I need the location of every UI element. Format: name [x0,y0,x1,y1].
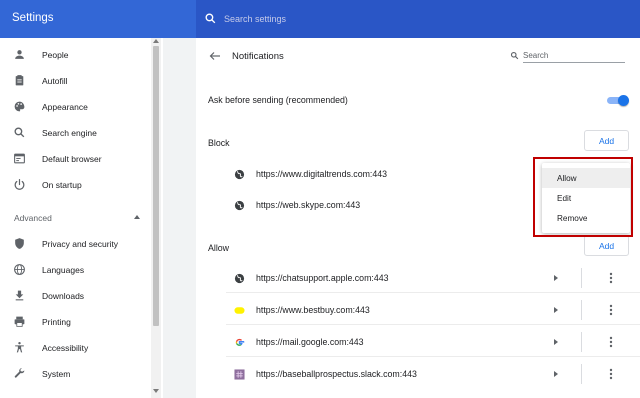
sidebar-item-label: Privacy and security [42,239,119,249]
sidebar-item-printing[interactable]: Printing [0,309,150,335]
divider [581,268,582,288]
sidebar-item-label: Accessibility [42,343,89,353]
arrow-right-icon[interactable] [554,275,558,281]
allow-add-button[interactable]: Add [584,235,629,256]
settings-search-input[interactable] [224,10,604,28]
site-url: https://baseballprospectus.slack.com:443 [256,369,417,379]
search-icon [510,51,519,60]
arrow-right-icon[interactable] [554,371,558,377]
divider [581,300,582,320]
globe-icon [234,169,245,180]
globe-icon [234,273,245,284]
toggle-knob [618,95,629,106]
allow-section-label: Allow [208,243,230,253]
allow-site-row[interactable]: https://baseballprospectus.slack.com:443 [196,361,640,387]
sidebar-item-label: On startup [42,180,82,190]
app-title: Settings [12,12,54,24]
printer-icon [14,316,25,327]
google-favicon [235,338,245,346]
divider [226,292,640,293]
palette-icon [14,101,25,112]
page-title: Notifications [232,51,284,62]
sidebar-item-autofill[interactable]: Autofill [0,68,150,94]
sidebar-item-label: Search engine [42,128,97,138]
ask-before-sending-toggle[interactable] [607,95,629,106]
sidebar-item-people[interactable]: People [0,42,150,68]
sidebar-item-label: Downloads [42,291,85,301]
sidebar-item-default-browser[interactable]: Default browser [0,146,150,172]
scroll-up-arrow-icon[interactable] [153,39,159,43]
block-add-button[interactable]: Add [584,130,629,151]
more-vert-icon[interactable] [605,336,617,348]
sidebar-item-downloads[interactable]: Downloads [0,283,150,309]
sidebar-item-appearance[interactable]: Appearance [0,94,150,120]
more-vert-icon[interactable] [605,368,617,380]
site-url: https://mail.google.com:443 [256,337,364,347]
allow-site-row[interactable]: https://chatsupport.apple.com:443 [196,265,640,291]
advanced-section-toggle[interactable]: Advanced [14,213,140,225]
sidebar-item-label: Appearance [42,102,88,112]
sidebar-item-label: Printing [42,317,71,327]
site-search[interactable] [510,48,628,64]
power-icon [14,179,25,190]
annotation-highlight-box [533,157,633,237]
sidebar-item-label: People [42,50,69,60]
sidebar-item-accessibility[interactable]: Accessibility [0,335,150,361]
allow-site-row[interactable]: https://www.bestbuy.com:443 [196,297,640,323]
header: Settings [0,0,640,38]
download-icon [15,290,24,301]
scroll-thumb[interactable] [153,46,159,326]
sidebar-item-label: Languages [42,265,85,275]
sidebar-item-label: System [42,369,71,379]
sidebar: People Autofill Appearance Search engine… [0,38,163,398]
globe-icon [14,264,25,275]
advanced-label: Advanced [14,213,52,223]
site-url: https://web.skype.com:443 [256,200,361,210]
scroll-down-arrow-icon[interactable] [153,389,159,393]
person-icon [15,50,24,59]
sidebar-item-label: Autofill [42,76,68,86]
site-url: https://www.digitaltrends.com:443 [256,169,388,179]
arrow-right-icon[interactable] [554,307,558,313]
slack-favicon [234,369,245,380]
divider [581,332,582,352]
divider [581,364,582,384]
sidebar-item-privacy-and-security[interactable]: Privacy and security [0,231,150,257]
divider [226,356,640,357]
block-section-label: Block [208,138,230,148]
chevron-up-icon [134,215,140,219]
more-vert-icon[interactable] [605,272,617,284]
sidebar-scrollbar[interactable] [151,38,161,398]
search-icon [205,13,216,24]
accessibility-icon [15,341,24,353]
sidebar-item-on-startup[interactable]: On startup [0,172,150,198]
site-url: https://chatsupport.apple.com:443 [256,273,389,283]
bestbuy-favicon [234,307,245,314]
sidebar-item-label: Default browser [42,154,102,164]
sidebar-item-search-engine[interactable]: Search engine [0,120,150,146]
settings-search-bar[interactable] [196,0,640,38]
search-icon [14,127,25,138]
back-arrow-icon[interactable] [209,51,221,61]
arrow-right-icon[interactable] [554,339,558,345]
wrench-icon [14,368,25,378]
divider [226,324,640,325]
sidebar-item-system[interactable]: System [0,361,150,387]
allow-site-row[interactable]: https://mail.google.com:443 [196,329,640,355]
sidebar-item-languages[interactable]: Languages [0,257,150,283]
clipboard-icon [15,75,24,86]
ask-before-sending-label: Ask before sending (recommended) [208,95,348,105]
globe-icon [234,200,245,211]
more-vert-icon[interactable] [605,304,617,316]
shield-icon [15,238,24,249]
site-search-input[interactable] [523,48,625,63]
browser-icon [14,153,25,164]
site-url: https://www.bestbuy.com:443 [256,305,370,315]
